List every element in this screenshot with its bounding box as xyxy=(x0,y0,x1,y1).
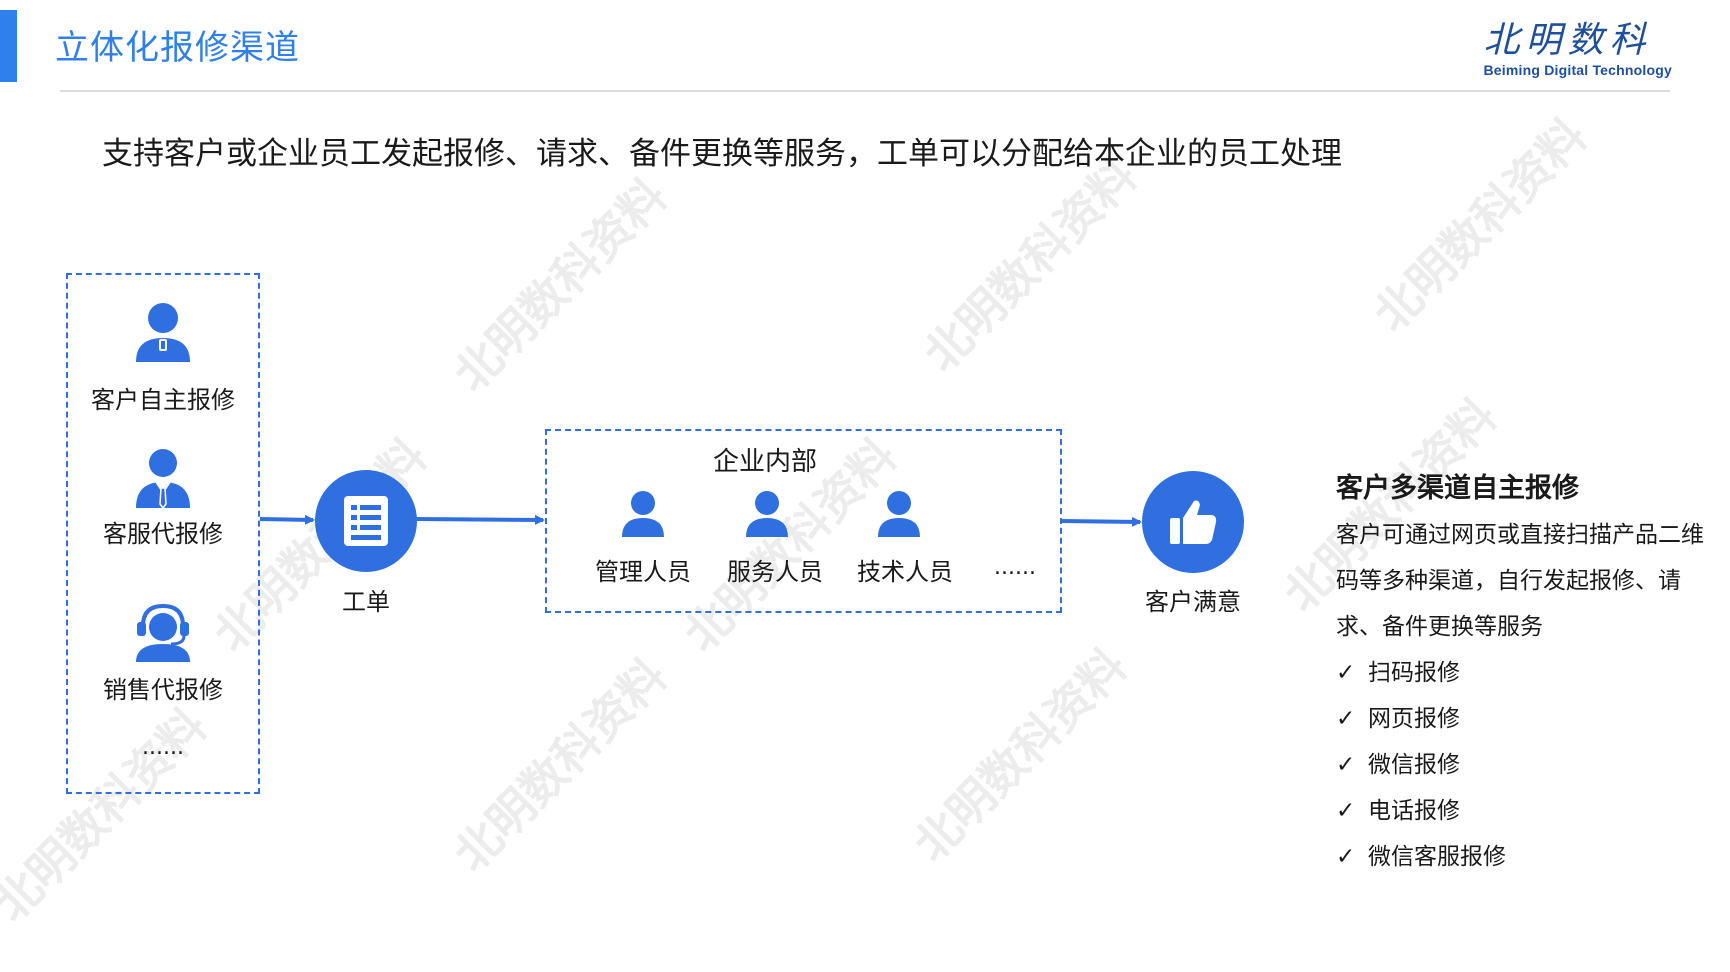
channel-label: 扫码报修 xyxy=(1368,660,1460,686)
channel-label: 微信报修 xyxy=(1368,752,1460,778)
list-item: ✓ 电话报修 xyxy=(1336,788,1506,834)
service-agent-icon xyxy=(136,449,190,510)
channel-list: ✓ 扫码报修 ✓ 网页报修 ✓ 微信报修 ✓ 电话报修 ✓ 微信客服报修 xyxy=(1336,650,1506,880)
list-item: ✓ 扫码报修 xyxy=(1336,650,1506,696)
check-icon: ✓ xyxy=(1336,706,1356,732)
panel-description: 客户可通过网页或直接扫描产品二维码等多种渠道，自行发起报修、请求、备件更换等服务 xyxy=(1336,522,1704,640)
check-icon: ✓ xyxy=(1336,660,1356,686)
member-label: 服务人员 xyxy=(727,558,823,586)
customer-satisfaction-node xyxy=(1142,471,1244,573)
members-more: ...... xyxy=(994,555,1036,580)
person-icon xyxy=(746,491,788,537)
check-icon: ✓ xyxy=(1336,844,1356,870)
headset-agent-icon xyxy=(136,603,190,662)
list-item: ✓ 网页报修 xyxy=(1336,696,1506,742)
person-icon xyxy=(622,491,664,537)
channel-label: 电话报修 xyxy=(1368,798,1460,824)
thumbs-up-icon xyxy=(1170,500,1217,544)
customer-person-icon xyxy=(136,303,190,362)
document-list-icon xyxy=(344,496,388,546)
check-icon: ✓ xyxy=(1336,752,1356,778)
work-order-label: 工单 xyxy=(342,588,390,616)
customer-satisfaction-label: 客户满意 xyxy=(1145,588,1241,616)
sources-more: ...... xyxy=(142,735,184,760)
channel-label: 微信客服报修 xyxy=(1368,844,1506,870)
source-label: 客户自主报修 xyxy=(91,386,235,414)
panel-heading: 客户多渠道自主报修 xyxy=(1336,473,1579,504)
person-icon xyxy=(878,491,920,537)
work-order-node xyxy=(315,470,417,572)
member-label: 管理人员 xyxy=(595,558,691,586)
channel-label: 网页报修 xyxy=(1368,706,1460,732)
arrow-order-to-enterprise xyxy=(414,514,545,525)
arrow-enterprise-to-result xyxy=(1061,516,1142,527)
arrow-sources-to-order xyxy=(259,514,315,525)
source-label: 客服代报修 xyxy=(103,520,223,548)
list-item: ✓ 微信客服报修 xyxy=(1336,834,1506,880)
list-item: ✓ 微信报修 xyxy=(1336,742,1506,788)
member-label: 技术人员 xyxy=(857,558,953,586)
enterprise-title: 企业内部 xyxy=(712,447,817,477)
check-icon: ✓ xyxy=(1336,798,1356,824)
source-label: 销售代报修 xyxy=(103,676,223,704)
